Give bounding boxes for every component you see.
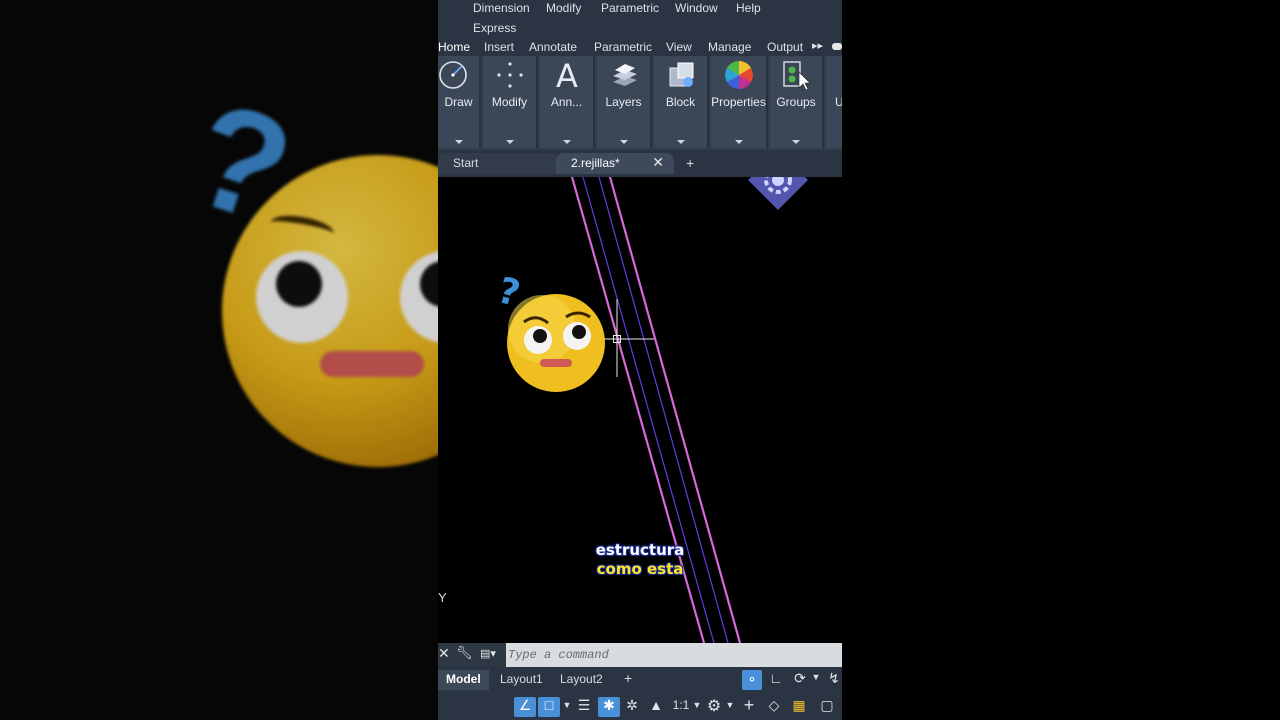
svg-text:A: A: [556, 60, 578, 90]
model-space-icon[interactable]: ∘: [742, 670, 762, 690]
more-tabs-icon[interactable]: ▸▸: [812, 39, 823, 52]
annotation-visibility-icon[interactable]: ✱: [598, 697, 620, 717]
panel-groups[interactable]: Groups: [770, 56, 824, 148]
ribbon-tab-annotate[interactable]: Annotate: [529, 40, 577, 54]
isolate-objects-icon[interactable]: ◇: [764, 697, 784, 714]
text-annotation-icon: A: [556, 60, 578, 90]
cad-application: Dimension Modify Parametric Window Help …: [438, 0, 842, 720]
menu-window[interactable]: Window: [675, 1, 718, 15]
chevron-down-icon[interactable]: ▼: [810, 672, 822, 682]
command-input[interactable]: [508, 645, 838, 665]
tab-model[interactable]: Model: [438, 670, 489, 690]
layers-icon: [612, 64, 637, 86]
ribbon-tab-insert[interactable]: Insert: [484, 40, 514, 54]
panel-layers[interactable]: Layers: [597, 56, 652, 148]
minimize-ribbon-icon[interactable]: [832, 43, 842, 50]
auto-scale-icon[interactable]: ✲: [622, 697, 642, 714]
move-icon: [496, 62, 523, 88]
ribbon-tab-manage[interactable]: Manage: [708, 40, 751, 54]
layout-tabs: Model Layout1 Layout2 + ∘ ∟ ⟳ ▼ ↯: [438, 667, 842, 693]
blurred-background-left: ?: [0, 0, 438, 720]
ribbon-tab-bar: Home Insert Annotate Parametric View Man…: [438, 38, 842, 56]
selection-icon[interactable]: □: [538, 697, 560, 717]
blurred-background-right: [842, 0, 1280, 720]
scale-value[interactable]: 1:1: [670, 698, 692, 712]
chevron-down-icon[interactable]: [792, 140, 800, 144]
block-icon: [669, 62, 693, 87]
panel-modify[interactable]: Modify: [483, 56, 538, 148]
command-prompt-icon[interactable]: ▤▾: [480, 647, 496, 660]
panel-layers-label: Layers: [605, 95, 642, 109]
panel-block-label: Block: [665, 95, 696, 109]
command-line-tools: ✕ 🔧︎ ▤▾: [438, 643, 506, 667]
chevron-down-icon[interactable]: [734, 140, 743, 144]
thinking-emoji: ?: [493, 270, 605, 392]
panel-draw[interactable]: Draw: [438, 56, 481, 148]
new-tab-plus-icon[interactable]: +: [686, 155, 694, 171]
tab-drawing-file[interactable]: 2.rejillas* ✕: [556, 153, 674, 174]
polar-tracking-icon[interactable]: ⟳: [790, 670, 810, 687]
hardware-acceleration-icon[interactable]: ▦: [788, 697, 810, 714]
ortho-icon[interactable]: ∠: [514, 697, 536, 717]
grid-icon[interactable]: ∟: [766, 670, 786, 686]
chevron-down-icon[interactable]: [454, 140, 463, 144]
chevron-down-icon[interactable]: ▼: [725, 700, 735, 710]
menu-parametric[interactable]: Parametric: [601, 1, 659, 15]
circle-draw-icon: [439, 61, 467, 89]
subtitle-line-1: estructura: [595, 541, 685, 559]
fullscreen-icon[interactable]: ▢: [816, 697, 838, 714]
panel-properties-label: Properties: [711, 95, 766, 109]
panel-utilities[interactable]: U: [826, 56, 842, 148]
ribbon: Draw Modify A Ann... Layers Block Proper…: [438, 56, 842, 150]
tab-layout2[interactable]: Layout2: [552, 670, 611, 690]
video-subtitle: estructura como esta: [438, 541, 842, 579]
annotation-scale-icon[interactable]: ▲: [646, 697, 666, 713]
menu-help[interactable]: Help: [736, 1, 761, 15]
panel-groups-label: Groups: [776, 95, 816, 109]
tab-file-label: 2.rejillas*: [571, 156, 620, 170]
ucs-y-axis-label: Y: [438, 590, 447, 605]
close-icon[interactable]: ✕: [652, 154, 664, 171]
panel-draw-label: Draw: [444, 95, 473, 109]
menu-dimension[interactable]: Dimension: [473, 1, 530, 15]
tab-layout1[interactable]: Layout1: [492, 670, 551, 690]
chevron-down-icon[interactable]: ▼: [562, 700, 572, 710]
menu-bar: Dimension Modify Parametric Window Help …: [438, 0, 842, 38]
status-bar: ∠ □ ▼ ☰ ✱ ✲ ▲ 1:1 ▼ ⚙ ▼ + ◇ ▦ ▢: [438, 693, 842, 720]
gear-badge-icon: [748, 177, 808, 210]
panel-modify-label: Modify: [491, 95, 528, 109]
add-layout-plus-icon[interactable]: +: [616, 668, 640, 688]
close-command-line-icon[interactable]: ✕: [438, 645, 450, 662]
document-tabs: Start 2.rejillas* ✕ +: [438, 150, 842, 177]
snap-icon[interactable]: ↯: [826, 670, 842, 687]
chevron-down-icon[interactable]: ▼: [692, 700, 702, 710]
menu-modify[interactable]: Modify: [546, 1, 581, 15]
lineweight-icon[interactable]: ☰: [574, 697, 594, 714]
wrench-icon[interactable]: 🔧︎: [456, 645, 473, 661]
ribbon-tab-view[interactable]: View: [666, 40, 692, 54]
ribbon-tab-output[interactable]: Output: [767, 40, 803, 54]
tab-start-label: Start: [453, 156, 479, 170]
panel-properties[interactable]: Properties: [711, 56, 768, 148]
panel-utilities-label: U: [835, 95, 842, 109]
color-wheel-icon: [724, 61, 753, 89]
tab-start[interactable]: Start: [438, 153, 558, 174]
menu-express[interactable]: Express: [473, 21, 516, 35]
plus-icon[interactable]: +: [738, 695, 760, 716]
ribbon-tab-parametric[interactable]: Parametric: [594, 40, 652, 54]
panel-block[interactable]: Block: [654, 56, 709, 148]
chevron-down-icon[interactable]: [505, 140, 514, 144]
ribbon-tab-home[interactable]: Home: [438, 40, 470, 54]
panel-annotation[interactable]: A Ann...: [540, 56, 595, 148]
chevron-down-icon[interactable]: [562, 140, 571, 144]
command-line: ✕ 🔧︎ ▤▾: [438, 643, 842, 667]
drawing-viewport[interactable]: ? estructura como esta Y: [438, 177, 842, 643]
chevron-down-icon[interactable]: [676, 140, 685, 144]
gear-icon[interactable]: ⚙: [704, 696, 724, 716]
chevron-down-icon[interactable]: [619, 140, 628, 144]
subtitle-line-2: como esta: [596, 560, 684, 578]
panel-annotation-label: Ann...: [550, 95, 583, 109]
groups-icon: [783, 61, 811, 90]
